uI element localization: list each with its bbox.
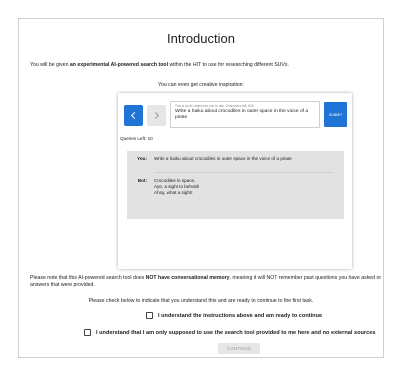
bot-message-row: Bot: Crocodiles in space, Aye, a sight t… (127, 178, 344, 197)
page-title: Introduction (167, 31, 235, 46)
user-message: Write a haiku about crocodiles in outer … (154, 156, 292, 161)
search-tool-only-checkbox[interactable] (84, 329, 91, 336)
previous-example-button[interactable] (124, 105, 143, 126)
instructions-panel: Introduction You will be given an experi… (18, 18, 384, 358)
submit-button[interactable]: SUBMIT (324, 102, 347, 127)
user-message-row: You: Write a haiku about crocodiles in o… (127, 156, 344, 162)
bot-line: Ahoy, what a sight! (154, 190, 193, 196)
queries-left-counter: Queries Left: 10 (120, 136, 153, 141)
understand-instructions-row[interactable]: I understand the instructions above and … (146, 312, 322, 319)
query-input[interactable]: This is an AI chatbot for you to use. Ch… (170, 101, 320, 128)
intro-text: You will be given an experimental AI-pow… (30, 62, 289, 68)
user-label: You: (137, 156, 147, 161)
query-value: Write a haiku about crocodiles in outer … (175, 109, 309, 121)
demo-chat-card: This is an AI chatbot for you to use. Ch… (118, 93, 352, 269)
inspiration-text: You can even get creative inspiration: (157, 82, 245, 88)
divider (154, 172, 334, 173)
bot-message: Crocodiles in space, Aye, a sight to beh… (154, 178, 199, 197)
memory-note: Please note that this AI-powered search … (30, 275, 382, 289)
search-tool-only-label[interactable]: I understand that I am only supposed to … (96, 330, 375, 336)
continue-button[interactable]: CONTINUE (218, 343, 260, 354)
understand-instructions-checkbox[interactable] (146, 312, 153, 319)
query-hint: This is an AI chatbot for you to use. Ch… (175, 104, 254, 108)
understand-instructions-label[interactable]: I understand the instructions above and … (158, 313, 322, 319)
chevron-right-icon (151, 111, 160, 120)
conversation-panel: You: Write a haiku about crocodiles in o… (127, 151, 344, 219)
check-instruction: Please check below to indicate that you … (88, 298, 314, 304)
chevron-left-icon (130, 111, 139, 120)
next-example-button[interactable] (147, 105, 166, 126)
bot-label: Bot: (137, 178, 147, 183)
search-tool-only-row[interactable]: I understand that I am only supposed to … (84, 329, 375, 336)
